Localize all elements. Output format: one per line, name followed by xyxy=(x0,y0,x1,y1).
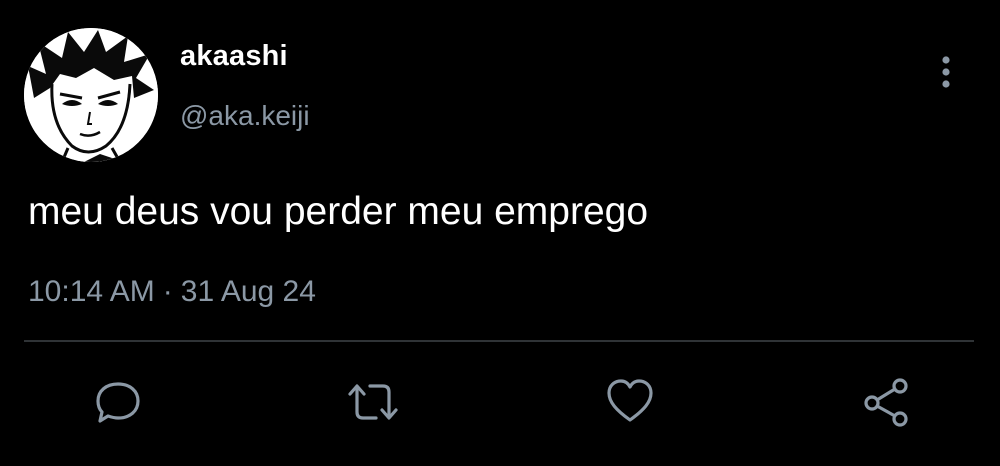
like-icon xyxy=(607,379,653,422)
avatar[interactable] xyxy=(24,28,158,162)
tweet-date: 31 Aug 24 xyxy=(180,275,316,308)
share-button[interactable] xyxy=(860,376,912,428)
retweet-icon xyxy=(348,384,398,420)
more-options-button[interactable] xyxy=(928,52,964,92)
retweet-button[interactable] xyxy=(344,376,398,428)
avatar-portrait-icon xyxy=(24,28,158,162)
display-name[interactable]: akaashi xyxy=(180,40,288,73)
tweet-timestamp[interactable]: 10:14 AM · 31 Aug 24 xyxy=(28,275,316,309)
tweet-time: 10:14 AM xyxy=(28,275,155,308)
user-handle[interactable]: @aka.keiji xyxy=(180,100,310,132)
tweet-card: akaashi @aka.keiji meu deus vou perder m… xyxy=(0,0,1000,466)
tweet-text: meu deus vou perder meu emprego xyxy=(28,190,649,233)
divider xyxy=(24,340,974,342)
like-button[interactable] xyxy=(604,376,656,428)
reply-icon xyxy=(96,382,140,423)
reply-button[interactable] xyxy=(92,376,144,428)
vertical-ellipsis-icon xyxy=(942,56,950,88)
share-icon xyxy=(864,378,908,427)
meta-separator: · xyxy=(162,275,173,308)
